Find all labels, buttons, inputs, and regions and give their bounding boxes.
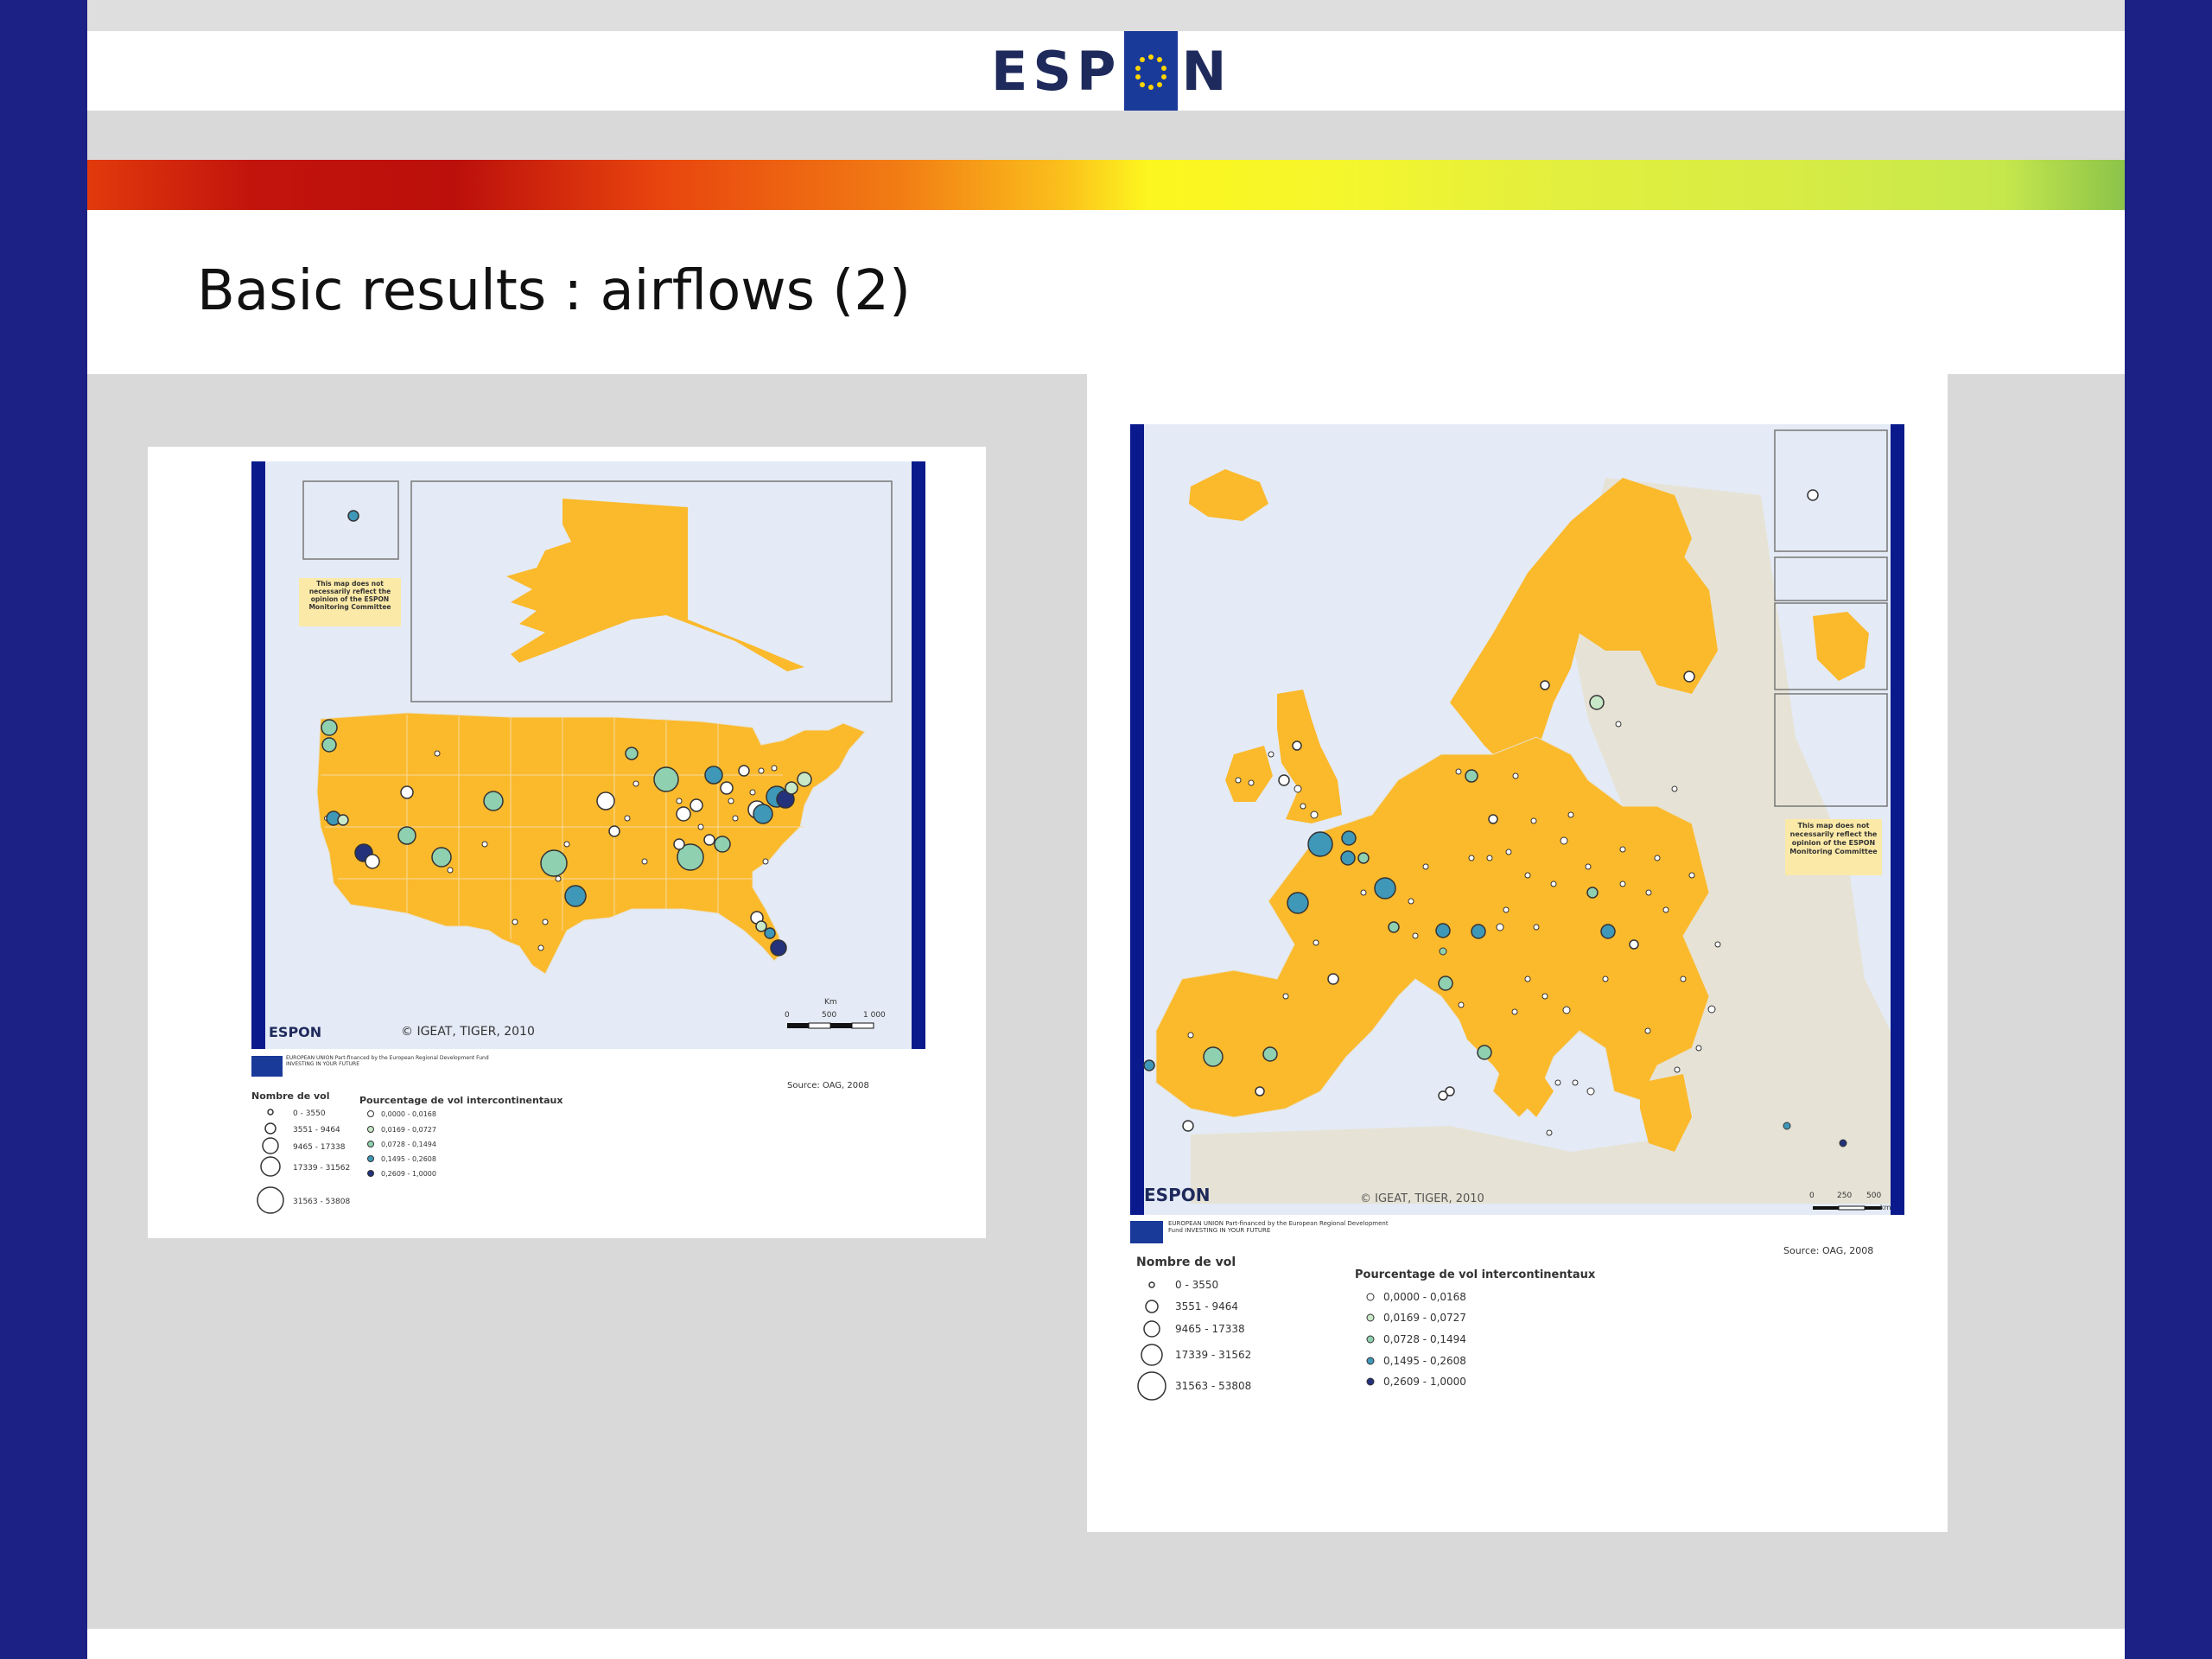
hawaii-airport [347,510,359,522]
usa-scale-unit: Km [824,998,837,1007]
europe-map-panel: This map does not necessarily reflect th… [1087,374,1948,1532]
europe-legend-size-0: 0 - 3550 [1175,1279,1218,1291]
usa-legend-size-2: 9465 - 17338 [293,1143,346,1152]
usa-legend-size-4: 31563 - 53808 [293,1198,351,1206]
usa-legend-size-3: 17339 - 31562 [293,1164,350,1173]
colored-map-stripe [87,160,2125,210]
usa-eu-flag-icon [251,1056,283,1077]
logo-text-esp: ESP [991,39,1122,103]
usa-legend-color-title: Pourcentage de vol intercontinentaux [359,1095,563,1106]
usa-legend-size-title: Nombre de vol [251,1090,329,1102]
europe-scale-tick-2: 500 [1866,1192,1881,1200]
usa-legend-size-1: 3551 - 9464 [293,1126,340,1135]
usa-eu-text: EUROPEAN UNION Part-financed by the Euro… [286,1055,489,1067]
europe-legend-color-symbols [1366,1293,1375,1386]
usa-map-frame-right [912,461,925,1049]
europe-scale-tick-1: 250 [1837,1192,1852,1200]
europe-espon-logo: ESPON [1144,1185,1210,1205]
europe-map-frame-right [1891,424,1904,1215]
europe-source: Source: OAG, 2008 [1783,1245,1873,1256]
europe-legend-color-3: 0,1495 - 0,2608 [1383,1355,1466,1367]
usa-scale-tick-0: 0 [785,1011,790,1020]
europe-legend-size-title: Nombre de vol [1136,1255,1236,1269]
europe-map-figure: This map does not necessarily reflect th… [1130,424,1904,1401]
usa-legend-color-1: 0,0169 - 0,0727 [381,1126,436,1134]
usa-legend-color-symbols [367,1110,374,1177]
usa-copyright: © IGEAT, TIGER, 2010 [401,1025,535,1039]
europe-copyright: © IGEAT, TIGER, 2010 [1360,1192,1484,1205]
usa-map-frame-left [251,461,265,1049]
europe-legend-color-2: 0,0728 - 0,1494 [1383,1333,1466,1345]
espon-logo: ESP N [991,31,1231,111]
header-gap [87,111,2125,160]
europe-legend-size-3: 17339 - 31562 [1175,1349,1251,1361]
europe-scale-tick-0: 0 [1809,1192,1815,1200]
europe-legend-size-4: 31563 - 53808 [1175,1380,1251,1392]
usa-map-figure: This map does not necessarily reflect th… [251,461,925,1214]
header: ESP N [87,31,2125,111]
eu-flag-icon [1124,31,1179,111]
logo-text-n: N [1181,39,1232,103]
europe-eu-flag-icon [1130,1221,1163,1243]
usa-espon-logo: ESPON [269,1024,321,1040]
europe-legend-size-symbols [1137,1281,1166,1401]
europe-disclaimer-text: This map does not necessarily reflect th… [1789,822,1878,855]
usa-scale-tick-1: 500 [822,1011,836,1020]
usa-legend-size-0: 0 - 3550 [293,1109,326,1118]
europe-eu-text: EUROPEAN UNION Part-financed by the Euro… [1168,1220,1389,1234]
usa-legend-color-2: 0,0728 - 0,1494 [381,1141,436,1148]
europe-legend-size-1: 3551 - 9464 [1175,1300,1238,1313]
europe-legend-color-4: 0,2609 - 1,0000 [1383,1376,1466,1388]
usa-legend-size-symbols [257,1109,284,1214]
slide-title: Basic results : airflows (2) [197,259,911,323]
europe-map-frame-left [1130,424,1144,1215]
europe-legend-size-2: 9465 - 17338 [1175,1323,1245,1335]
footer-band [87,1629,2125,1659]
europe-legend-color-title: Pourcentage de vol intercontinentaux [1355,1268,1596,1281]
usa-disclaimer-text: This map does not necessarily reflect th… [308,580,391,611]
top-band [87,0,2125,31]
europe-legend-color-0: 0,0000 - 0,0168 [1383,1291,1466,1303]
usa-source: Source: OAG, 2008 [787,1081,869,1090]
slide: ESP N Basic results : airflows (2) This … [87,0,2125,1659]
usa-scale-bar [787,1022,874,1029]
usa-legend-color-4: 0,2609 - 1,0000 [381,1170,436,1178]
europe-scale-bar [1813,1205,1882,1211]
usa-map-panel: This map does not necessarily reflect th… [148,447,986,1238]
europe-scale-unit: km [1880,1204,1891,1211]
europe-legend-color-1: 0,0169 - 0,0727 [1383,1312,1466,1324]
usa-scale-tick-2: 1 000 [863,1011,886,1020]
usa-legend-color-3: 0,1495 - 0,2608 [381,1155,436,1163]
usa-legend-color-0: 0,0000 - 0,0168 [381,1110,436,1118]
